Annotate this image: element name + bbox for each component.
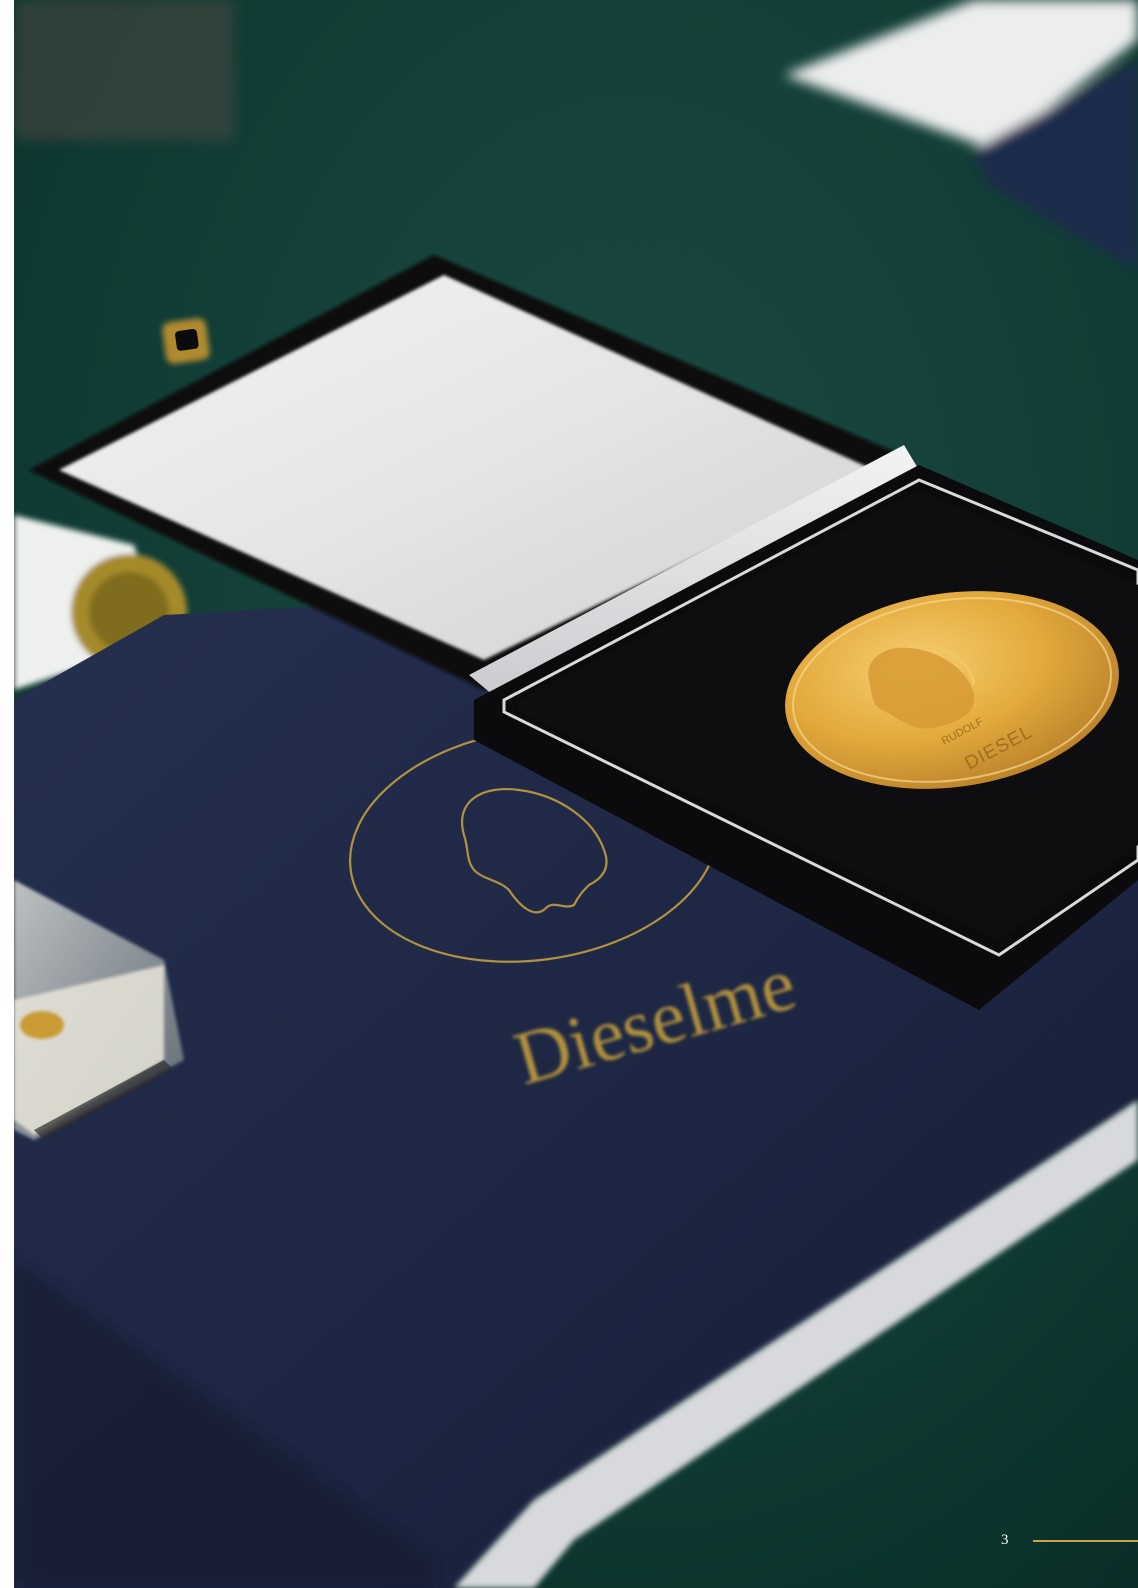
gold-pin bbox=[20, 1011, 64, 1039]
photograph: Dieselme RUDOLF DIESEL bbox=[14, 0, 1138, 1588]
